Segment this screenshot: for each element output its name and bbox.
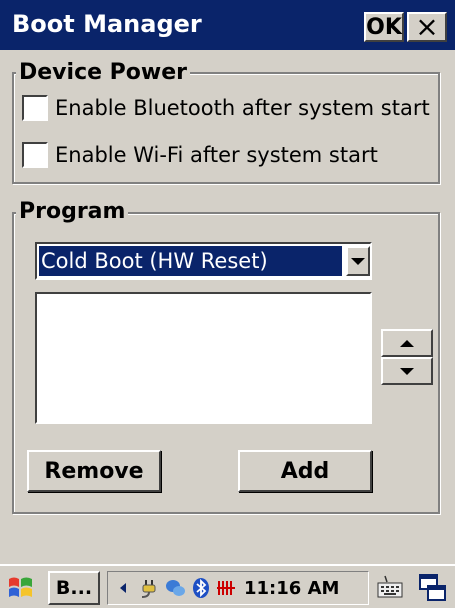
ok-button[interactable]: OK xyxy=(364,12,404,42)
bluetooth-checkbox[interactable] xyxy=(22,95,48,121)
wifi-checkbox[interactable] xyxy=(22,142,48,168)
program-select[interactable]: Cold Boot (HW Reset) xyxy=(35,242,372,280)
bluetooth-option[interactable]: Enable Bluetooth after system start xyxy=(22,95,430,121)
signal-bars-icon[interactable] xyxy=(216,577,238,599)
task-button[interactable]: B... xyxy=(48,571,100,605)
close-button[interactable]: × xyxy=(407,12,447,42)
dropdown-arrow-icon[interactable] xyxy=(346,246,370,276)
add-button[interactable]: Add xyxy=(238,450,372,492)
tray-arrow-icon[interactable] xyxy=(112,577,134,599)
system-tray: 11:16 AM xyxy=(107,571,369,605)
window-title: Boot Manager xyxy=(12,10,202,38)
device-power-legend: Device Power xyxy=(16,60,191,85)
bluetooth-icon[interactable] xyxy=(190,577,212,599)
wifi-option[interactable]: Enable Wi-Fi after system start xyxy=(22,142,378,168)
bluetooth-label: Enable Bluetooth after system start xyxy=(55,96,430,120)
task-switch-icon[interactable] xyxy=(417,572,449,604)
move-down-button[interactable] xyxy=(381,357,433,385)
program-select-value: Cold Boot (HW Reset) xyxy=(39,246,342,276)
remove-button[interactable]: Remove xyxy=(27,450,161,492)
start-flag-icon[interactable] xyxy=(6,573,36,603)
arrow-up-icon xyxy=(400,339,414,347)
move-up-button[interactable] xyxy=(381,329,433,357)
taskbar: B... 11:16 AM xyxy=(0,564,455,608)
clock[interactable]: 11:16 AM xyxy=(244,578,339,599)
network-icon[interactable] xyxy=(164,577,186,599)
title-bar: Boot Manager OK × xyxy=(0,0,455,50)
keyboard-icon[interactable] xyxy=(375,572,405,602)
program-list[interactable] xyxy=(35,292,372,424)
arrow-down-icon xyxy=(400,367,414,375)
wifi-label: Enable Wi-Fi after system start xyxy=(55,143,378,167)
power-plug-icon[interactable] xyxy=(138,577,160,599)
program-legend: Program xyxy=(16,199,129,224)
